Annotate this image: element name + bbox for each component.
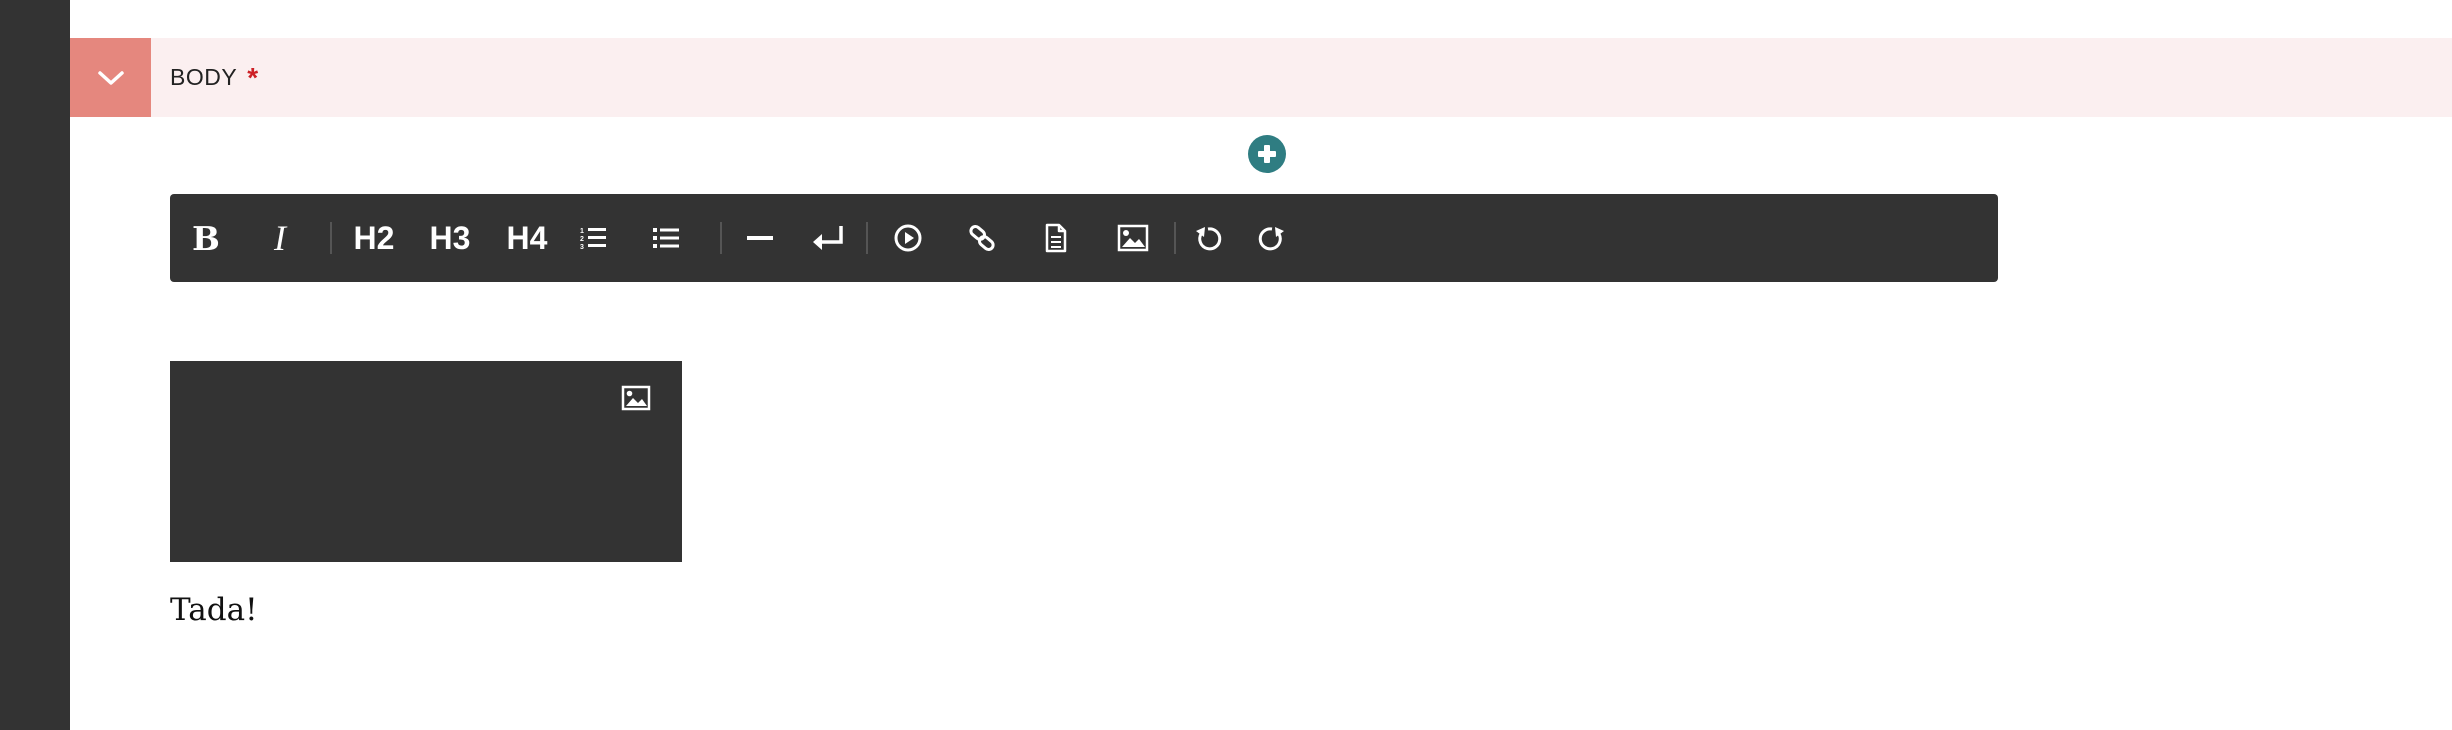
heading-3-button[interactable]: H3	[422, 194, 478, 282]
italic-button[interactable]: I	[256, 194, 304, 282]
heading-4-button[interactable]: H4	[499, 194, 555, 282]
field-label-text: BODY	[170, 64, 238, 90]
document-icon	[1045, 223, 1067, 253]
svg-text:3: 3	[580, 244, 584, 251]
image-block[interactable]	[170, 361, 682, 562]
document-link-button[interactable]	[1036, 194, 1076, 282]
redo-button[interactable]	[1252, 194, 1292, 282]
image-block-button[interactable]	[620, 382, 652, 414]
chevron-down-icon	[97, 70, 124, 85]
horizontal-rule-icon	[747, 236, 773, 240]
line-break-button[interactable]	[806, 194, 850, 282]
link-icon	[969, 225, 995, 251]
editor-toolbar: B I H2 H3 H4 1 2 3	[170, 194, 1998, 282]
svg-text:1: 1	[580, 228, 584, 235]
toolbar-divider	[866, 222, 868, 254]
horizontal-rule-button[interactable]	[740, 194, 780, 282]
add-block-button[interactable]	[1248, 135, 1286, 173]
redo-icon	[1258, 227, 1284, 251]
plus-icon	[1258, 145, 1276, 163]
collapse-button[interactable]	[70, 38, 151, 117]
image-icon	[621, 385, 651, 411]
embed-video-icon	[894, 224, 922, 252]
undo-button[interactable]	[1188, 194, 1228, 282]
image-icon	[1117, 224, 1149, 252]
insert-image-button[interactable]	[1108, 194, 1158, 282]
line-break-icon	[813, 226, 843, 250]
ordered-list-icon: 1 2 3	[580, 228, 606, 251]
field-label: BODY *	[170, 38, 259, 117]
body-field-header: BODY *	[70, 38, 2452, 117]
undo-icon	[1196, 227, 1222, 251]
unordered-list-button[interactable]	[646, 194, 686, 282]
left-sidebar	[0, 0, 70, 730]
required-marker: *	[247, 62, 259, 93]
content-paragraph[interactable]: Tada!	[170, 592, 258, 628]
link-button[interactable]	[962, 194, 1002, 282]
svg-text:2: 2	[580, 236, 584, 243]
heading-2-button[interactable]: H2	[346, 194, 402, 282]
toolbar-divider	[1174, 222, 1176, 254]
bold-button[interactable]: B	[182, 194, 230, 282]
unordered-list-icon	[653, 228, 679, 248]
toolbar-divider	[330, 222, 332, 254]
embed-video-button[interactable]	[888, 194, 928, 282]
toolbar-divider	[720, 222, 722, 254]
ordered-list-button[interactable]: 1 2 3	[574, 194, 614, 282]
